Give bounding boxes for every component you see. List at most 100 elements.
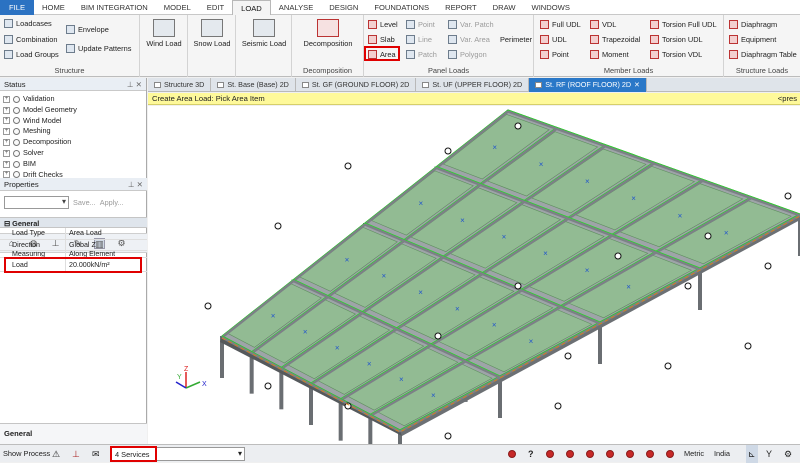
expand-icon[interactable]: + <box>3 139 10 147</box>
full-udl-button[interactable]: Full UDL <box>540 20 581 29</box>
properties-select[interactable] <box>4 195 69 209</box>
moment-button[interactable]: Moment <box>590 50 629 59</box>
structure-model[interactable]: × × × × × × × × × × × × × × × × × × × × × × × × Z X Y <box>148 106 800 444</box>
error-icon[interactable] <box>546 450 554 458</box>
load-icon[interactable]: ⊥ <box>72 445 80 463</box>
tab-design[interactable]: DESIGN <box>321 0 366 15</box>
load-marker: × <box>367 359 372 368</box>
var-area-button[interactable]: Var. Area <box>448 35 490 44</box>
filter-icon[interactable]: Y <box>766 445 772 463</box>
services-dropdown-icon[interactable]: ▾ <box>238 445 242 463</box>
tab-foundations[interactable]: FOUNDATIONS <box>366 0 437 15</box>
decomposition-group-label: Decomposition <box>303 66 352 75</box>
tree-item-solver[interactable]: + Solver <box>0 148 146 159</box>
tree-item-validation[interactable]: + Validation <box>0 94 146 105</box>
polygon-button[interactable]: Polygon <box>448 50 487 59</box>
seismic-load-group: Seismic Load <box>236 15 292 77</box>
expand-icon[interactable]: + <box>3 117 10 125</box>
tab-draw[interactable]: DRAW <box>485 0 524 15</box>
view-icon <box>301 82 309 88</box>
error-icon[interactable] <box>626 450 634 458</box>
torsion-udl-button[interactable]: Torsion UDL <box>650 35 703 44</box>
load-marker: × <box>539 160 544 169</box>
show-process-label: Show Process <box>3 449 51 458</box>
expand-icon[interactable]: + <box>3 106 10 114</box>
line-button[interactable]: Line <box>406 35 432 44</box>
error-icon[interactable] <box>586 450 594 458</box>
mail-icon[interactable]: ✉ <box>92 445 100 463</box>
point-member-button[interactable]: Point <box>540 50 569 59</box>
tab-st-rf[interactable]: St. RF (ROOF FLOOR) 2D ✕ <box>529 78 648 92</box>
tab-edit[interactable]: EDIT <box>199 0 232 15</box>
loadcases-button[interactable]: Loadcases <box>4 19 52 28</box>
tab-windows[interactable]: WINDOWS <box>524 0 578 15</box>
tab-analyse[interactable]: ANALYSE <box>271 0 321 15</box>
tree-item-meshing[interactable]: + Meshing <box>0 126 146 137</box>
region-label[interactable]: India <box>714 445 730 463</box>
tree-item-model-geometry[interactable]: + Model Geometry <box>0 105 146 116</box>
save-button[interactable]: Save... <box>73 198 96 207</box>
load-groups-button[interactable]: Load Groups <box>4 50 59 59</box>
trapezoidal-button[interactable]: Trapezoidal <box>590 35 640 44</box>
snap-icon[interactable]: ⊾ <box>746 445 758 463</box>
tab-structure-3d[interactable]: Structure 3D <box>148 78 212 92</box>
expand-icon[interactable]: + <box>3 128 10 136</box>
structure-group: Loadcases Envelope Combination Load Grou… <box>0 15 140 77</box>
seismic-load-button[interactable]: Seismic Load <box>240 19 288 48</box>
error-icon[interactable] <box>666 450 674 458</box>
close-icon[interactable]: ✕ <box>634 78 640 92</box>
apply-button[interactable]: Apply... <box>100 198 124 207</box>
tab-report[interactable]: REPORT <box>437 0 485 15</box>
settings-icon[interactable]: ⚙ <box>784 445 792 463</box>
envelope-button[interactable]: Envelope <box>66 25 109 34</box>
3d-viewport[interactable]: × × × × × × × × × × × × × × × × × × × × × × × × Z X Y <box>148 106 800 444</box>
var-patch-icon <box>448 20 457 29</box>
tab-home[interactable]: HOME <box>34 0 73 15</box>
equipment-button[interactable]: Equipment <box>729 35 776 44</box>
property-row-load[interactable]: Load 20.000kN/m² <box>0 257 147 273</box>
expand-icon[interactable]: + <box>3 160 10 168</box>
combination-button[interactable]: Combination <box>4 35 58 44</box>
diaphragm-table-button[interactable]: Diaphragm Table <box>729 50 797 59</box>
properties-section-general[interactable]: ⊟ General <box>0 217 147 228</box>
decomposition-button[interactable]: Decomposition <box>296 19 360 48</box>
slab-button[interactable]: Slab <box>368 35 395 44</box>
pin-icon[interactable]: ⊥ ✕ <box>127 78 142 91</box>
wind-load-button[interactable]: Wind Load <box>144 19 184 48</box>
point-panel-button[interactable]: Point <box>406 20 435 29</box>
tab-st-gf[interactable]: St. GF (GROUND FLOOR) 2D <box>296 78 417 92</box>
level-button[interactable]: Level <box>368 20 398 29</box>
patch-button[interactable]: Patch <box>406 50 437 59</box>
torsion-vdl-button[interactable]: Torsion VDL <box>650 50 702 59</box>
snow-load-button[interactable]: Snow Load <box>192 19 232 48</box>
udl-button[interactable]: UDL <box>540 35 567 44</box>
tree-item-bim[interactable]: + BIM <box>0 159 146 170</box>
error-icon[interactable] <box>606 450 614 458</box>
units-label[interactable]: Metric <box>684 445 704 463</box>
expand-icon[interactable]: + <box>3 149 10 157</box>
vdl-button[interactable]: VDL <box>590 20 616 29</box>
tab-st-base[interactable]: St. Base (Base) 2D <box>211 78 296 92</box>
var-patch-button[interactable]: Var. Patch <box>448 20 494 29</box>
perimeter-button[interactable]: Perimeter <box>500 35 532 44</box>
expand-icon[interactable]: + <box>3 95 10 103</box>
error-icon[interactable] <box>646 450 654 458</box>
tab-load[interactable]: LOAD <box>232 0 271 15</box>
close-icon[interactable]: ⊥ ✕ <box>128 178 143 191</box>
tab-bim-integration[interactable]: BIM INTEGRATION <box>73 0 156 15</box>
tab-st-uf[interactable]: St. UF (UPPER FLOOR) 2D <box>416 78 530 92</box>
tree-item-wind-model[interactable]: + Wind Model <box>0 116 146 127</box>
torsion-full-udl-button[interactable]: Torsion Full UDL <box>650 20 717 29</box>
help-icon[interactable]: ? <box>528 445 534 463</box>
diaphragm-button[interactable]: Diaphragm <box>729 20 777 29</box>
error-icon[interactable] <box>566 450 574 458</box>
property-row[interactable]: Direction Global Z <box>0 239 147 251</box>
decomposition-icon <box>317 19 339 37</box>
file-menu[interactable]: FILE <box>0 0 35 15</box>
tab-model[interactable]: MODEL <box>156 0 199 15</box>
process-icon[interactable]: ⚠ <box>52 445 60 463</box>
update-patterns-button[interactable]: Update Patterns <box>66 44 131 53</box>
tree-item-decomposition[interactable]: + Decomposition <box>0 137 146 148</box>
error-icon[interactable] <box>508 450 516 458</box>
property-row[interactable]: Load Type Area Load <box>0 228 147 240</box>
